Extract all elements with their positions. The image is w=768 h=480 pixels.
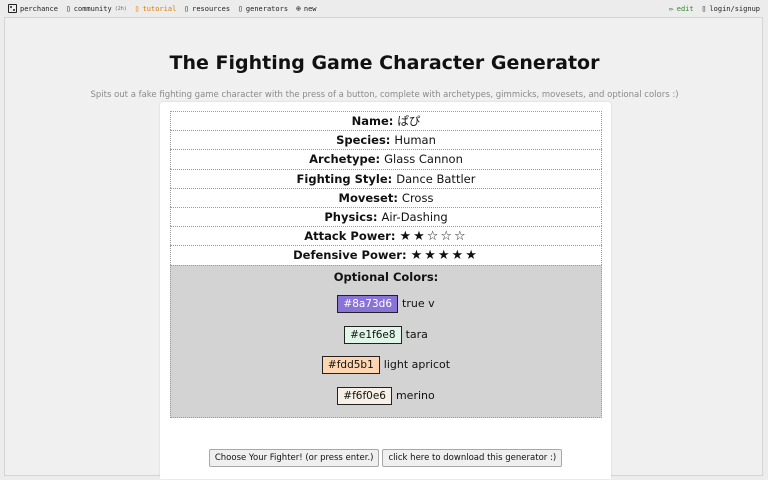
nav-left: perchance ▯ community (2h) ▯ tutorial ▯ … [8, 4, 317, 13]
nav-login-label: login/signup [709, 4, 760, 13]
nav-right: ✏ edit ▯ login/signup [668, 3, 760, 13]
color-name: true v [402, 297, 435, 310]
optional-colors-box: Optional Colors: #8a73d6 true v #e1f6e8 … [170, 264, 602, 418]
name-value: ぱぴ [397, 114, 421, 129]
nav-generators-label: generators [245, 4, 289, 13]
generate-button[interactable]: Choose Your Fighter! (or press enter.) [208, 449, 380, 467]
color-row: #f6f0e6 merino [171, 386, 601, 405]
row-moveset: Moveset: Cross [170, 187, 602, 207]
plus-circle-icon: ⊕ [296, 3, 301, 13]
color-chip[interactable]: #f6f0e6 [337, 386, 392, 405]
physics-label: Physics: [324, 210, 378, 225]
download-button[interactable]: click here to download this generator :) [382, 449, 563, 467]
list-icon: ▯ [238, 3, 243, 13]
attack-stars: ★★☆☆☆ [399, 228, 468, 244]
species-label: Species: [336, 133, 391, 148]
nav-perchance[interactable]: perchance [8, 4, 58, 13]
page-title: The Fighting Game Character Generator [169, 52, 600, 74]
color-name: light apricot [383, 358, 451, 371]
doc-icon: ▯ [184, 3, 190, 13]
dice-icon [8, 4, 17, 13]
color-name: tara [405, 328, 428, 341]
action-buttons: Choose Your Fighter! (or press enter.) c… [160, 449, 611, 467]
color-name: merino [395, 389, 435, 402]
species-value: Human [394, 133, 436, 148]
nav-resources[interactable]: ▯ resources [184, 3, 231, 13]
optional-colors-title: Optional Colors: [333, 269, 439, 284]
row-attack-power: Attack Power: ★★☆☆☆ [170, 226, 602, 246]
row-species: Species: Human [170, 130, 602, 150]
nav-tutorial[interactable]: ▯ tutorial [134, 3, 177, 13]
nav-login[interactable]: ▯ login/signup [701, 3, 760, 13]
nav-resources-label: resources [192, 4, 231, 13]
attack-label: Attack Power: [304, 229, 396, 244]
character-rows: Name: ぱぴ Species: Human Archetype: Glass… [170, 111, 602, 418]
nav-new[interactable]: ⊕ new [296, 3, 317, 13]
color-row: #fdd5b1 light apricot [171, 355, 601, 374]
pencil-icon: ✏ [668, 3, 674, 13]
row-defensive-power: Defensive Power: ★★★★★ [170, 245, 602, 265]
archetype-value: Glass Cannon [384, 152, 463, 167]
row-physics: Physics: Air-Dashing [170, 206, 602, 227]
nav-generators[interactable]: ▯ generators [238, 3, 289, 13]
nav-tutorial-label: tutorial [142, 4, 177, 13]
row-name: Name: ぱぴ [170, 111, 602, 131]
row-archetype: Archetype: Glass Cannon [170, 149, 602, 169]
generator-frame: The Fighting Game Character Generator Sp… [4, 17, 763, 479]
color-chip[interactable]: #8a73d6 [337, 294, 399, 313]
nav-edit-label: edit [676, 4, 694, 13]
moveset-label: Moveset: [338, 190, 398, 205]
nav-perchance-label: perchance [20, 4, 58, 13]
moveset-value: Cross [401, 190, 434, 205]
row-fighting-style: Fighting Style: Dance Battler [170, 168, 602, 188]
footer-card [160, 471, 611, 479]
nav-new-label: new [303, 4, 317, 13]
name-label: Name: [351, 114, 394, 129]
community-badge: (2h) [114, 5, 127, 12]
top-nav: perchance ▯ community (2h) ▯ tutorial ▯ … [0, 0, 768, 17]
chat-icon: ▯ [65, 3, 71, 13]
archetype-label: Archetype: [309, 152, 381, 167]
book-icon: ▯ [134, 3, 140, 13]
character-card: Name: ぱぴ Species: Human Archetype: Glass… [160, 102, 611, 478]
nav-community[interactable]: ▯ community (2h) [65, 3, 127, 13]
nav-edit[interactable]: ✏ edit [668, 3, 694, 13]
color-row: #8a73d6 true v [171, 294, 601, 313]
color-chip[interactable]: #fdd5b1 [321, 355, 380, 374]
style-value: Dance Battler [396, 171, 476, 186]
defense-label: Defensive Power: [293, 248, 407, 263]
person-icon: ▯ [701, 3, 707, 13]
page-subtitle: Spits out a fake fighting game character… [90, 90, 679, 100]
physics-value: Air-Dashing [381, 210, 448, 225]
style-label: Fighting Style: [296, 171, 393, 186]
defense-stars: ★★★★★ [410, 247, 479, 263]
nav-community-label: community [73, 4, 112, 13]
color-chip[interactable]: #e1f6e8 [344, 325, 402, 344]
color-row: #e1f6e8 tara [171, 325, 601, 344]
